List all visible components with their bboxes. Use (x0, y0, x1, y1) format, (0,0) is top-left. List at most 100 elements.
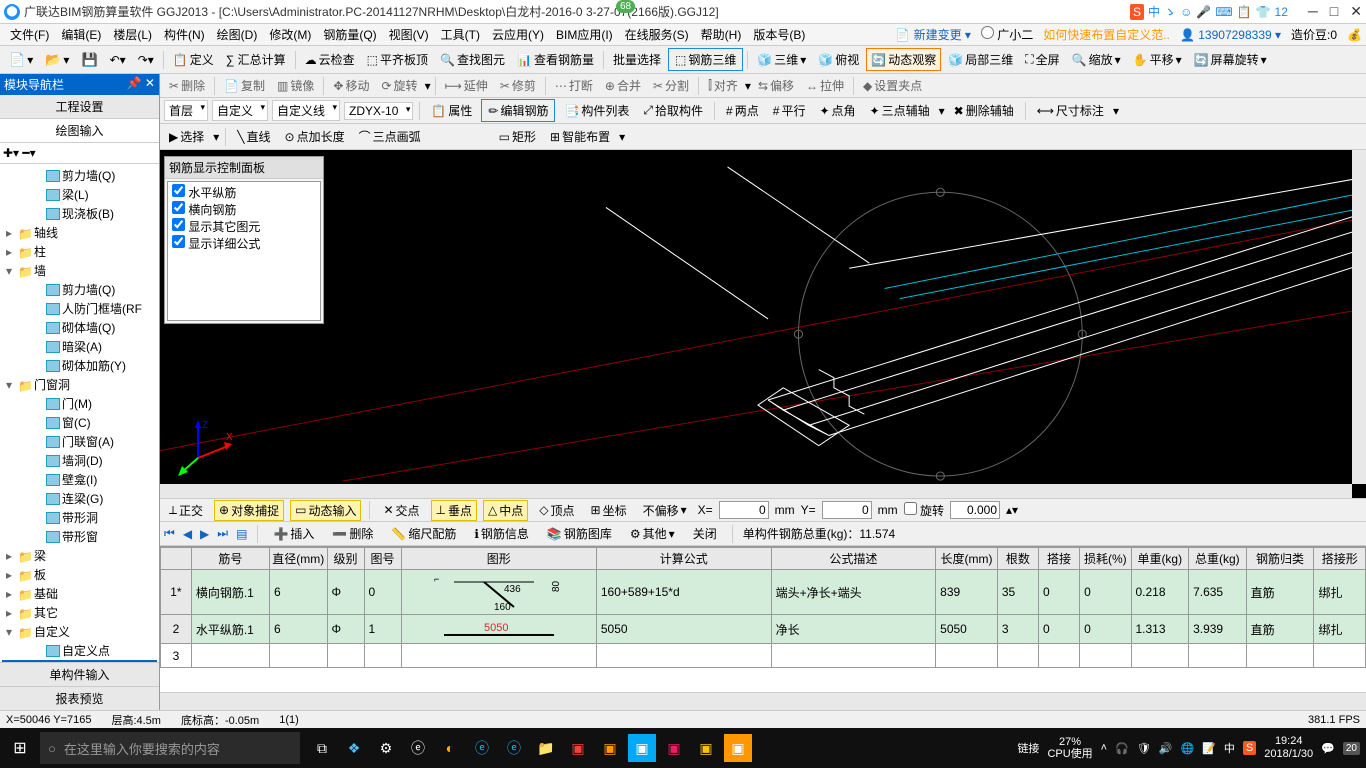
tree-item[interactable]: 砌体墙(Q) (2, 318, 157, 337)
app3-icon[interactable]: ◐ (436, 734, 464, 762)
tray-notes-icon[interactable]: 📝 (1202, 742, 1216, 755)
rotate-checkbox[interactable]: 旋转 (904, 502, 944, 519)
col-header[interactable]: 图形 (401, 548, 596, 570)
tree-item[interactable]: 门联窗(A) (2, 432, 157, 451)
define-button[interactable]: 📋 定义 (168, 48, 219, 71)
angle-input[interactable] (950, 501, 1000, 519)
menu-rebar[interactable]: 钢筋量(Q) (317, 26, 382, 43)
tree-item[interactable]: 连梁(G) (2, 489, 157, 508)
delete-button[interactable]: ✂ 删除 (164, 74, 210, 97)
cloud-check-button[interactable]: ☁ 云检查 (300, 48, 360, 71)
save-button[interactable] (76, 49, 102, 71)
scale-rebar-button[interactable]: 📏 缩尺配筋 (386, 522, 461, 545)
fullscreen-button[interactable]: ⛶ 全屏 (1020, 48, 1064, 71)
menu-cloud[interactable]: 云应用(Y) (486, 26, 550, 43)
tray-volume-icon[interactable]: 🔊 (1159, 742, 1173, 755)
cpu-meter[interactable]: 27%CPU使用 (1047, 736, 1092, 760)
tree-item[interactable]: ▸📁板 (2, 565, 157, 584)
tree-item[interactable]: 剪力墙(Q) (2, 166, 157, 185)
start-button[interactable]: ⊞ (0, 738, 40, 758)
tree-item[interactable]: ▸📁梁 (2, 546, 157, 565)
tray-ime[interactable]: 中 (1224, 740, 1235, 756)
display-checkbox[interactable]: 水平纵筋 (170, 184, 318, 201)
menu-tools[interactable]: 工具(T) (435, 26, 486, 43)
menu-draw[interactable]: 绘图(D) (211, 26, 264, 43)
insert-row-button[interactable]: ➕ 插入 (268, 522, 319, 545)
coin-icon[interactable]: 💰 (1347, 28, 1362, 42)
component-list-button[interactable]: 📑 构件列表 (559, 99, 634, 122)
extend-button[interactable]: ⟼ 延伸 (440, 74, 493, 97)
col-header[interactable]: 根数 (997, 548, 1038, 570)
floor-dropdown[interactable]: 首层 (164, 100, 208, 121)
col-header[interactable]: 筋号 (191, 548, 269, 570)
parallel-button[interactable]: # 平行 (768, 99, 811, 122)
ortho-button[interactable]: ⟂ 正交 (164, 500, 208, 521)
rotate-button[interactable]: ⟳ 旋转 (376, 74, 422, 97)
help-link[interactable]: 如何快速布置自定义范.. (1043, 26, 1170, 43)
smart-layout-button[interactable]: ⊞ 智能布置 (545, 125, 615, 148)
sum-button[interactable]: ∑ 汇总计算 (221, 48, 291, 71)
table-hscroll[interactable] (160, 692, 1366, 710)
screen-rotate-button[interactable]: 🔄 屏幕旋转▾ (1189, 48, 1272, 71)
tree-item[interactable]: ▸📁柱 (2, 242, 157, 261)
undo-button[interactable]: ↶▾ (105, 50, 131, 70)
pick-button[interactable]: ⤢ 拾取构件 (638, 99, 708, 122)
open-button[interactable]: ▾ (40, 49, 74, 71)
property-button[interactable]: 📋 属性 (426, 99, 477, 122)
menu-view[interactable]: 视图(V) (383, 26, 435, 43)
ime-punct-icon[interactable]: ゝ (1164, 3, 1176, 20)
tray-headphone-icon[interactable]: 🎧 (1115, 742, 1129, 755)
new-button[interactable]: ▾ (4, 49, 38, 71)
midpoint-button[interactable]: △ 中点 (483, 500, 528, 521)
pan-button[interactable]: ✋ 平移▾ (1128, 48, 1187, 71)
list-icon[interactable]: ▤ (236, 527, 247, 541)
display-checkbox[interactable]: 显示其它图元 (170, 218, 318, 235)
ime-skin-icon[interactable]: 👕 (1256, 5, 1271, 19)
tree-item[interactable]: ▸📁轴线 (2, 223, 157, 242)
tree-item[interactable]: ▾📁自定义 (2, 622, 157, 641)
move-button[interactable]: ✥ 移动 (328, 74, 374, 97)
point-angle-button[interactable]: ✦ 点角 (814, 99, 860, 122)
menu-version[interactable]: 版本号(B) (747, 26, 811, 43)
edge-icon[interactable]: ⓔ (404, 734, 432, 762)
menu-online[interactable]: 在线服务(S) (619, 26, 695, 43)
mirror-button[interactable]: ▥ 镜像 (272, 74, 319, 97)
display-checkbox[interactable]: 显示详细公式 (170, 235, 318, 252)
ime-lang[interactable]: 中 (1148, 3, 1160, 20)
delete-aux-button[interactable]: ✖ 删除辅轴 (949, 99, 1019, 122)
edit-rebar-button[interactable]: ✏ 编辑钢筋 (481, 99, 555, 122)
viewport-3d[interactable]: 钢筋显示控制面板 水平纵筋 横向钢筋 显示其它图元 显示详细公式 (160, 150, 1366, 498)
menu-modify[interactable]: 修改(M) (263, 26, 317, 43)
delete-row-button[interactable]: ➖ 删除 (327, 522, 378, 545)
viewport-scrollbar-v[interactable] (1352, 150, 1366, 484)
merge-button[interactable]: ⊕ 合并 (600, 74, 646, 97)
line-button[interactable]: ╲ 直线 (232, 125, 275, 148)
endpoint-button[interactable]: ◇ 顶点 (534, 500, 579, 521)
sidebar-pin-icon[interactable]: 📌 ✕ (127, 76, 155, 93)
viewport-scrollbar-h[interactable] (160, 484, 1352, 498)
taskbar-search[interactable]: ○ 在这里输入你要搜索的内容 (40, 732, 300, 764)
tree-item[interactable]: 现浇板(B) (2, 204, 157, 223)
ie2-icon[interactable]: ⓔ (500, 734, 528, 762)
tree-item[interactable]: 带形洞 (2, 508, 157, 527)
col-header[interactable]: 损耗(%) (1080, 548, 1131, 570)
zoom-button[interactable]: 🔍 缩放▾ (1067, 48, 1126, 71)
app2-icon[interactable]: ⚙ (372, 734, 400, 762)
taskview-icon[interactable]: ⧉ (308, 734, 336, 762)
angle-stepper[interactable]: ▴▾ (1006, 503, 1018, 517)
rebar-library-button[interactable]: 📚 钢筋图库 (542, 522, 617, 545)
ime-clipboard-icon[interactable]: 📋 (1237, 5, 1252, 19)
first-button[interactable]: ⏮ (164, 526, 175, 541)
col-header[interactable]: 搭接 (1038, 548, 1079, 570)
osnap-button[interactable]: ⊕ 对象捕捉 (214, 500, 284, 521)
next-button[interactable]: ▶ (200, 527, 209, 541)
app8-icon[interactable]: ▣ (692, 734, 720, 762)
dimension-button[interactable]: ⟷ 尺寸标注 (1032, 99, 1109, 122)
two-point-button[interactable]: # 两点 (721, 99, 764, 122)
stretch-button[interactable]: ↔ 拉伸 (801, 74, 849, 97)
link-text[interactable]: 链接 (1017, 740, 1039, 756)
menu-help[interactable]: 帮助(H) (695, 26, 748, 43)
three-point-aux-button[interactable]: ✦ 三点辅轴 (865, 99, 935, 122)
tree-item[interactable]: ▸📁基础 (2, 584, 157, 603)
x-input[interactable] (719, 501, 769, 519)
